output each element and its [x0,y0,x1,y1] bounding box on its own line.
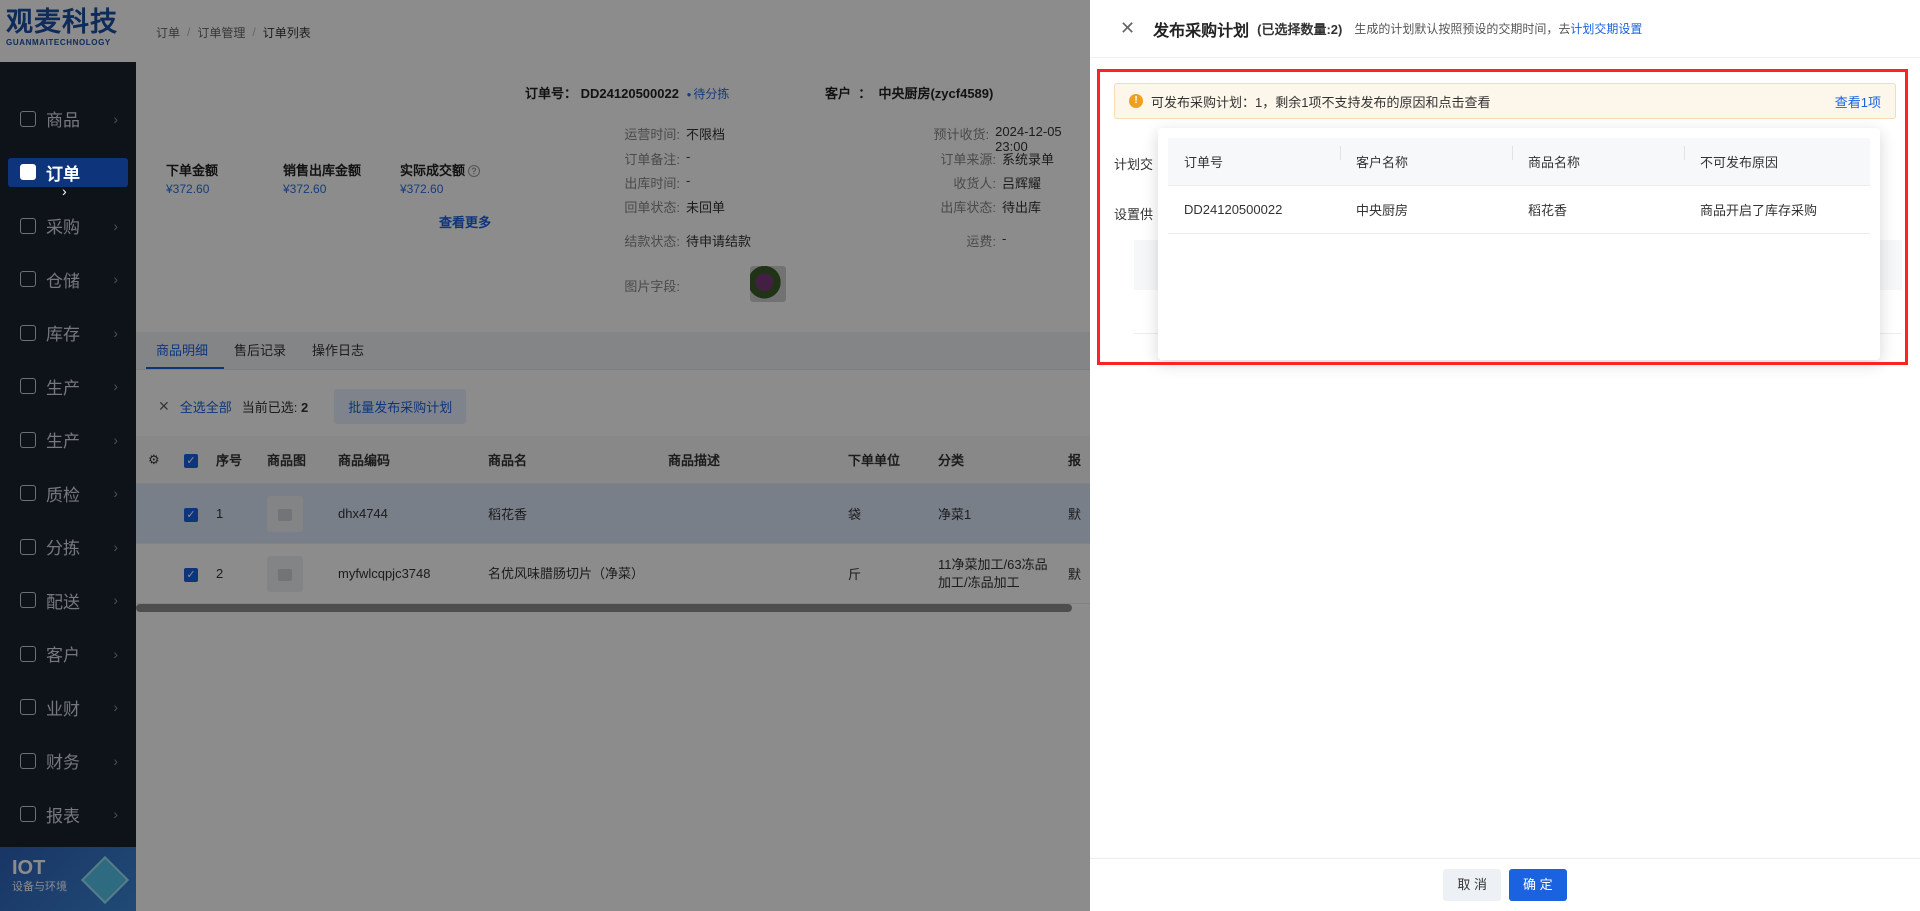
drawer-note: 生成的计划默认按照预设的交期时间，去计划交期设置 [1354,20,1642,37]
drawer-footer: 取 消 确 定 [1090,858,1920,911]
publish-plan-drawer: ✕ 发布采购计划 (已选择数量:2) 生成的计划默认按照预设的交期时间，去计划交… [1090,0,1920,911]
plan-deadline-settings-link[interactable]: 计划交期设置 [1570,22,1642,36]
chevron-right-icon: › [62,183,67,199]
drawer-title: 发布采购计划 [1153,22,1250,40]
modal-overlay[interactable] [0,0,1090,911]
note-text: 生成的计划默认按照预设的交期时间，去 [1354,22,1571,36]
selected-quantity: (已选择数量:2) [1257,22,1343,37]
highlight-box [1097,69,1908,365]
close-icon[interactable]: ✕ [1120,18,1135,39]
confirm-button[interactable]: 确 定 [1509,869,1567,901]
cancel-button[interactable]: 取 消 [1443,869,1501,901]
nav-label: 订单 [46,164,80,184]
drawer-header: ✕ 发布采购计划 (已选择数量:2) 生成的计划默认按照预设的交期时间，去计划交… [1090,0,1920,58]
order-icon [20,164,36,181]
